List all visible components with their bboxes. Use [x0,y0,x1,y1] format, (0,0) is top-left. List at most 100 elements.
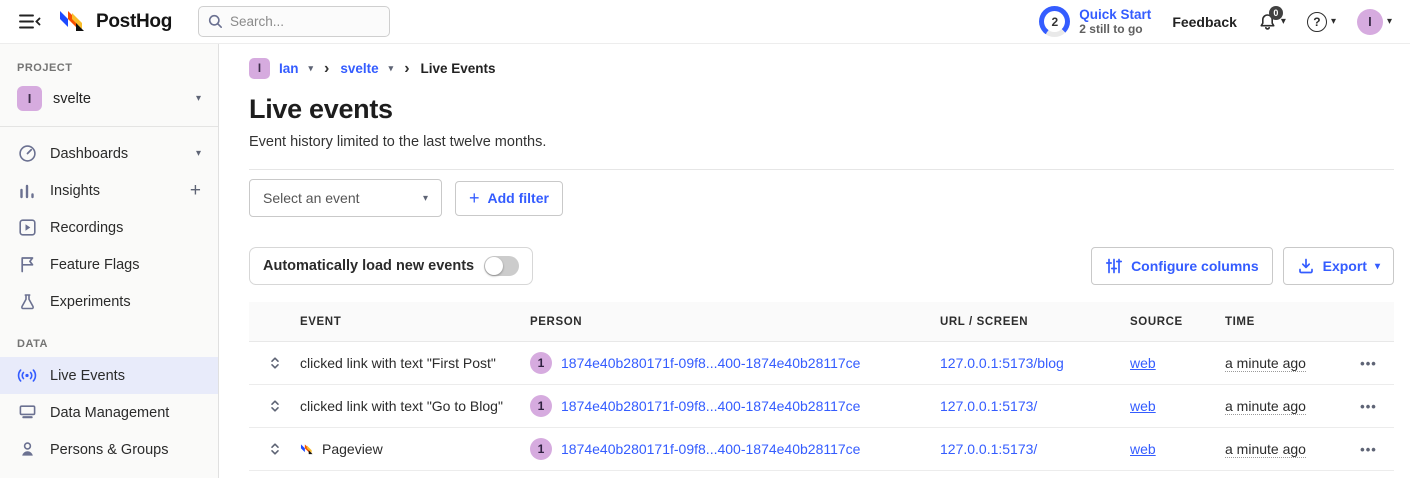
sidebar-item-feature-flags[interactable]: Feature Flags [0,246,218,283]
new-insight-icon[interactable]: + [190,181,201,200]
breadcrumb-user[interactable]: Ian [279,61,299,76]
quick-start-widget[interactable]: 2 Quick Start 2 still to go [1039,6,1151,37]
account-menu[interactable]: I ▾ [1357,9,1392,35]
url-link[interactable]: 127.0.0.1:5173/ [940,398,1037,414]
expand-row-icon[interactable] [268,355,282,371]
chevron-down-icon: ▾ [196,148,201,159]
export-button[interactable]: Export ▾ [1283,247,1394,285]
help-menu[interactable]: ? ▾ [1307,12,1336,32]
event-select[interactable]: Select an event ▾ [249,179,442,217]
export-label: Export [1323,258,1367,274]
events-table: EVENT PERSON URL / SCREEN SOURCE TIME cl… [249,302,1394,471]
url-link[interactable]: 127.0.0.1:5173/blog [940,355,1064,371]
row-more-icon[interactable]: ••• [1360,399,1377,414]
quick-start-count: 2 [1044,11,1065,32]
sidebar-item-label: Data Management [50,405,169,421]
search-icon [208,14,223,29]
toggle-knob [485,257,503,275]
column-header-time: TIME [1225,316,1343,328]
add-filter-label: Add filter [488,190,549,206]
persons-icon [17,440,37,459]
breadcrumb-avatar: I [249,58,270,79]
sidebar-item-persons-groups[interactable]: Persons & Groups [0,431,218,468]
insights-icon [17,182,37,200]
breadcrumb-project[interactable]: svelte [340,61,378,76]
project-switcher[interactable]: I svelte ▾ [0,81,218,120]
sidebar: PROJECT I svelte ▾ Dashboards ▾ [0,44,219,478]
column-header-event: EVENT [300,316,530,328]
event-time: a minute ago [1225,355,1306,372]
divider [249,169,1394,170]
table-row: clicked link with text "First Post" 1 18… [249,342,1394,385]
flag-icon [17,255,37,274]
column-header-source: SOURCE [1130,316,1225,328]
sidebar-collapse-icon[interactable] [14,7,44,37]
live-events-icon [17,367,37,384]
sidebar-item-recordings[interactable]: Recordings [0,209,218,246]
search-input[interactable] [230,14,360,29]
topbar-right: 2 Quick Start 2 still to go Feedback 0 ▾… [1039,6,1392,37]
event-name: clicked link with text "First Post" [300,355,496,371]
sidebar-item-dashboards[interactable]: Dashboards ▾ [0,135,218,172]
row-more-icon[interactable]: ••• [1360,356,1377,371]
quick-start-subtitle: 2 still to go [1079,22,1151,36]
source-link[interactable]: web [1130,398,1156,414]
filter-row: Select an event ▾ + Add filter [249,179,1394,217]
row-more-icon[interactable]: ••• [1360,442,1377,457]
person-link[interactable]: 1874e40b280171f-09f8...400-1874e40b28117… [561,355,860,371]
autoload-toggle[interactable] [484,256,519,276]
person-count-badge: 1 [530,438,552,460]
sidebar-item-label: Experiments [50,294,131,310]
table-row: clicked link with text "Go to Blog" 1 18… [249,385,1394,428]
column-header-person: PERSON [530,316,940,328]
sidebar-divider [0,126,218,127]
chevron-down-icon: ▾ [309,63,314,74]
sidebar-item-label: Dashboards [50,146,128,162]
event-name: Pageview [322,441,383,457]
configure-columns-label: Configure columns [1131,258,1259,274]
autoload-toggle-control[interactable]: Automatically load new events [249,247,533,285]
help-icon: ? [1307,12,1327,32]
sidebar-item-data-management[interactable]: Data Management [0,394,218,431]
sidebar-item-live-events[interactable]: Live Events [0,357,218,394]
sidebar-item-label: Recordings [50,220,123,236]
data-management-icon [17,403,37,422]
sidebar-item-insights[interactable]: Insights + [0,172,218,209]
person-link[interactable]: 1874e40b280171f-09f8...400-1874e40b28117… [561,441,860,457]
expand-row-icon[interactable] [268,441,282,457]
project-name: svelte [53,91,91,107]
column-header-url: URL / SCREEN [940,316,1130,328]
global-search[interactable] [198,6,390,37]
table-row: Pageview 1 1874e40b280171f-09f8...400-18… [249,428,1394,471]
sidebar-item-experiments[interactable]: Experiments [0,283,218,320]
breadcrumb: I Ian ▾ › svelte ▾ › Live Events [249,58,1394,79]
chevron-right-icon: › [404,60,409,78]
chevron-down-icon: ▾ [1281,16,1286,27]
recordings-icon [17,218,37,237]
chevron-down-icon: ▾ [1387,16,1392,27]
configure-columns-button[interactable]: Configure columns [1091,247,1273,285]
download-icon [1297,257,1315,275]
posthog-logo[interactable]: PostHog [58,9,172,34]
page-title: Live events [249,94,1394,125]
columns-settings-icon [1105,257,1123,275]
plus-icon: + [469,188,480,209]
add-filter-button[interactable]: + Add filter [455,181,563,216]
person-count-badge: 1 [530,395,552,417]
dashboard-icon [17,144,37,163]
expand-row-icon[interactable] [268,398,282,414]
feedback-button[interactable]: Feedback [1172,14,1237,30]
source-link[interactable]: web [1130,355,1156,371]
source-link[interactable]: web [1130,441,1156,457]
project-section-label: PROJECT [0,54,218,81]
notifications-menu[interactable]: 0 ▾ [1258,12,1286,32]
pageview-event-icon [300,443,315,456]
controls-row: Automatically load new events [249,247,1394,285]
person-count-badge: 1 [530,352,552,374]
person-link[interactable]: 1874e40b280171f-09f8...400-1874e40b28117… [561,398,860,414]
event-time: a minute ago [1225,441,1306,458]
event-time: a minute ago [1225,398,1306,415]
chevron-down-icon: ▾ [423,193,428,204]
data-section-label: DATA [0,320,218,357]
url-link[interactable]: 127.0.0.1:5173/ [940,441,1037,457]
